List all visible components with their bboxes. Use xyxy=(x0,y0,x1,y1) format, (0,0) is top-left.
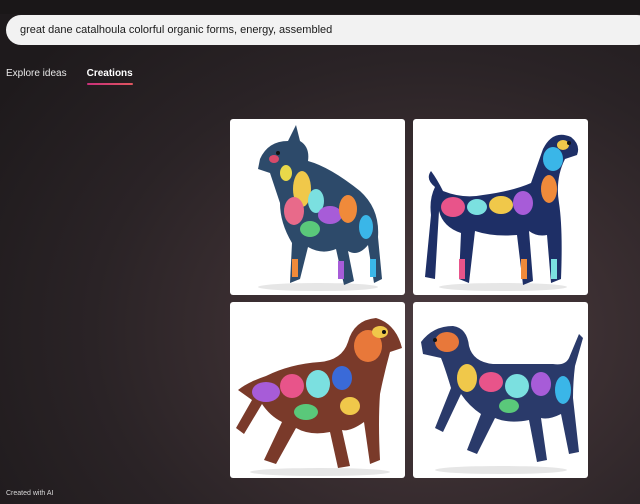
search-bar[interactable]: great dane catalhoula colorful organic f… xyxy=(6,15,640,45)
standing-dog-facing-right-icon xyxy=(425,134,579,291)
tab-creations[interactable]: Creations xyxy=(86,68,133,85)
tab-explore-ideas[interactable]: Explore ideas xyxy=(6,68,67,85)
search-query-text[interactable]: great dane catalhoula colorful organic f… xyxy=(20,24,332,36)
image-grid xyxy=(230,119,588,478)
image-tile-1[interactable] xyxy=(230,119,405,295)
standing-dog-facing-left-icon xyxy=(258,125,382,291)
image-tile-4[interactable] xyxy=(413,302,588,478)
image-tile-3[interactable] xyxy=(230,302,405,478)
tab-bar: Explore ideas Creations xyxy=(6,68,153,85)
walking-dog-facing-left-icon xyxy=(421,326,583,474)
image-tile-2[interactable] xyxy=(413,119,588,295)
created-with-ai-label: Created with AI xyxy=(6,490,54,497)
top-strip xyxy=(0,0,640,14)
walking-dog-facing-right-icon xyxy=(236,318,402,476)
